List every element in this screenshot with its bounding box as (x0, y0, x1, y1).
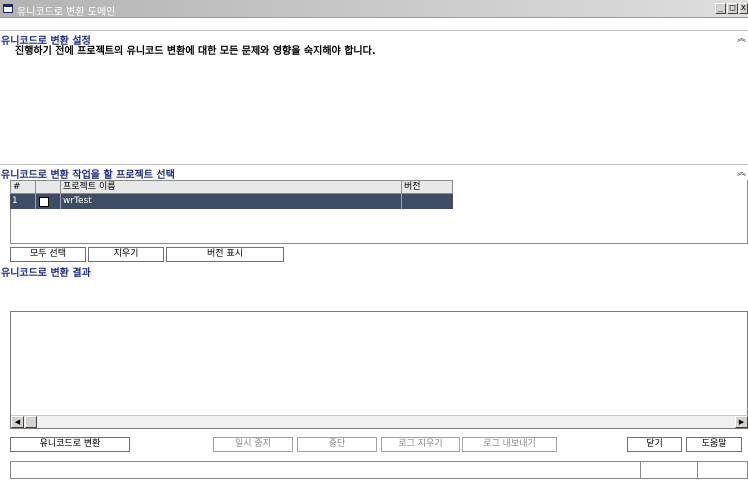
results-log-area[interactable] (10, 311, 748, 429)
scroll-left-icon[interactable]: ◀ (11, 416, 24, 428)
project-section-title: 유니코드로 변환 작업을 할 프로젝트 선택 (1, 170, 175, 181)
column-header-project-name[interactable]: 프로젝트 이름 (61, 180, 402, 194)
project-section-header[interactable]: 유니코드로 변환 작업을 할 프로젝트 선택 ︽ (0, 164, 748, 181)
results-section-title: 유니코드로 변환 결과 (1, 268, 91, 279)
clear-log-button[interactable]: 로그 지우기 (381, 437, 460, 452)
show-version-button[interactable]: 버전 표시 (166, 247, 284, 262)
pause-button[interactable]: 일시 중지 (213, 437, 293, 452)
title-bar: 유니코드로 변환 도메인 _ □ x (0, 0, 748, 18)
column-header-number[interactable]: # (10, 180, 36, 194)
status-divider (640, 462, 641, 478)
status-bar (10, 461, 748, 479)
status-divider (697, 462, 698, 478)
project-checkbox[interactable] (39, 197, 49, 207)
minimize-button[interactable]: _ (715, 3, 726, 14)
scroll-right-icon[interactable]: ▶ (735, 416, 748, 428)
chevron-up-icon[interactable]: ︽ (737, 165, 746, 178)
maximize-button[interactable]: □ (727, 3, 738, 14)
column-header-version[interactable]: 버전 (402, 180, 453, 194)
select-all-button[interactable]: 모두 선택 (10, 247, 86, 262)
grid-bottom-border (10, 243, 748, 244)
clear-selection-button[interactable]: 지우기 (88, 247, 164, 262)
app-icon (3, 4, 13, 13)
scroll-thumb[interactable] (25, 416, 37, 428)
row-version (402, 194, 453, 209)
column-header-checkbox[interactable] (36, 180, 61, 194)
stop-button[interactable]: 중단 (297, 437, 377, 452)
help-button[interactable]: 도움말 (686, 437, 742, 452)
chevron-up-icon[interactable]: ︽ (737, 31, 746, 44)
results-section-header: 유니코드로 변환 결과 (0, 263, 748, 279)
export-log-button[interactable]: 로그 내보내기 (462, 437, 557, 452)
close-button[interactable]: 닫기 (627, 437, 682, 452)
horizontal-scrollbar[interactable]: ◀ ▶ (11, 415, 748, 428)
settings-section-header[interactable]: 유니코드로 변환 설정 ︽ (0, 30, 748, 47)
table-row[interactable]: 1 wrTest (10, 194, 453, 209)
window-title: 유니코드로 변환 도메인 (17, 7, 116, 18)
row-number: 1 (10, 194, 36, 209)
row-project-name: wrTest (61, 194, 402, 209)
settings-description: 진행하기 전에 프로젝트의 유니코드 변환에 대한 모든 문제와 영향을 숙지해… (15, 46, 376, 57)
convert-to-unicode-button[interactable]: 유니코드로 변환 (10, 437, 130, 452)
settings-section-title: 유니코드로 변환 설정 (1, 36, 91, 47)
close-window-button[interactable]: x (739, 3, 748, 14)
